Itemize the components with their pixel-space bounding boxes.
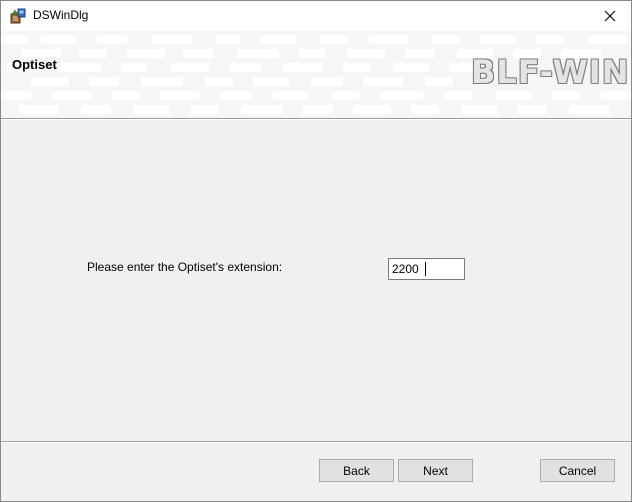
window-title: DSWinDlg	[33, 8, 89, 22]
blf-win-logo: BLF-WIN	[471, 53, 630, 91]
header-divider-highlight	[1, 119, 631, 120]
setup-dialog: DSWinDlg Optiset BLF-WIN Please enter th…	[0, 0, 632, 502]
installer-icon	[10, 8, 26, 24]
back-button[interactable]: Back	[319, 459, 394, 482]
next-button[interactable]: Next	[398, 459, 473, 482]
close-button[interactable]	[589, 1, 631, 31]
close-icon	[604, 10, 616, 22]
title-bar[interactable]: DSWinDlg	[1, 1, 631, 31]
text-caret	[425, 262, 426, 276]
header-banner: Optiset BLF-WIN	[1, 31, 631, 118]
extension-prompt-label: Please enter the Optiset's extension:	[87, 260, 283, 274]
extension-input[interactable]	[388, 258, 465, 280]
footer-divider-highlight	[1, 442, 631, 443]
cancel-button[interactable]: Cancel	[540, 459, 615, 482]
page-title: Optiset	[12, 57, 57, 72]
